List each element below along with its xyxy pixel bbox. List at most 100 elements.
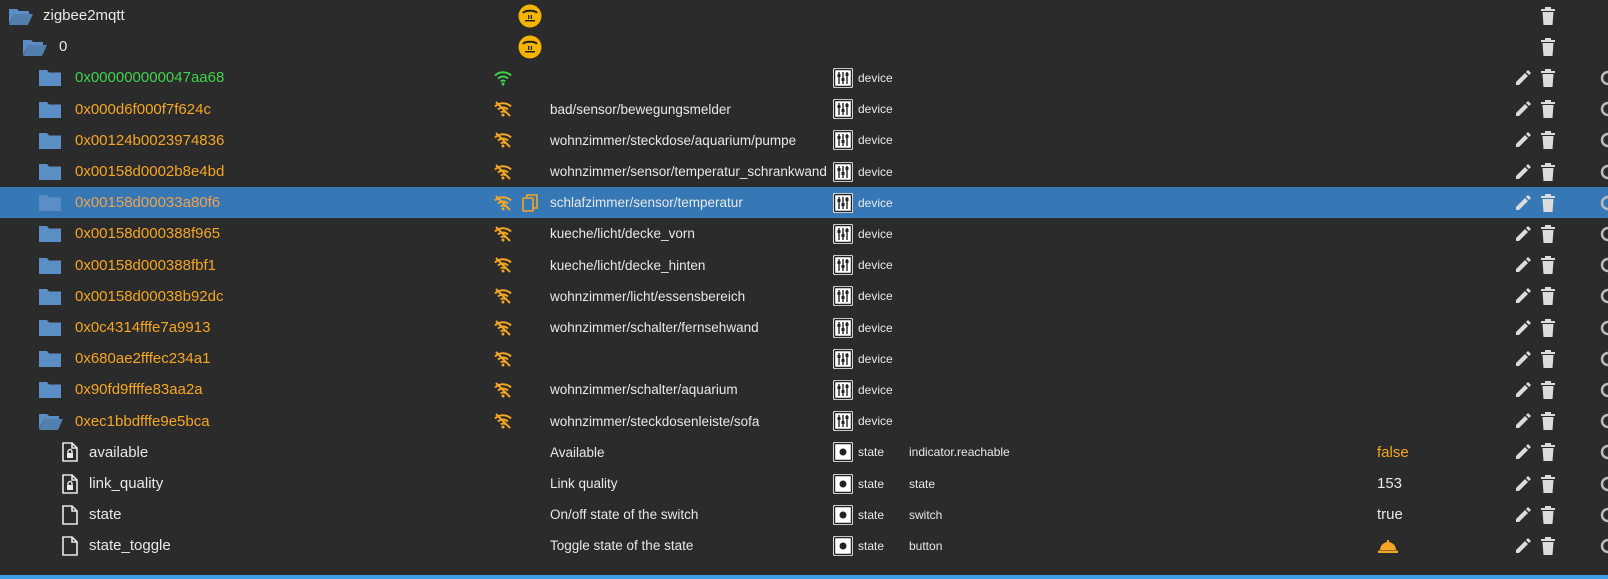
edit-icon[interactable]: [1514, 286, 1532, 306]
edit-icon[interactable]: [1514, 224, 1532, 244]
gear-cut-icon[interactable]: [1600, 162, 1608, 182]
edit-icon[interactable]: [1514, 442, 1532, 462]
object-type: device: [858, 320, 893, 335]
edit-icon[interactable]: [1514, 130, 1532, 150]
edit-icon[interactable]: [1514, 193, 1532, 213]
tree-row-device[interactable]: 0x000d6f000f7f624c bad/sensor/bewegungsme…: [0, 94, 1608, 125]
gear-cut-icon[interactable]: [1600, 68, 1608, 88]
gear-cut-icon[interactable]: [1600, 193, 1608, 213]
trash-icon[interactable]: [1540, 349, 1556, 369]
edit-icon[interactable]: [1514, 411, 1532, 431]
edit-icon[interactable]: [1514, 99, 1532, 119]
tree-row-root[interactable]: zigbee2mqtt: [0, 0, 1608, 31]
tree-row-instance[interactable]: 0: [0, 31, 1608, 62]
edit-icon[interactable]: [1514, 349, 1532, 369]
wifi-off-icon: [494, 380, 512, 400]
trash-icon[interactable]: [1540, 255, 1556, 275]
gear-cut-icon[interactable]: [1600, 505, 1608, 525]
gear-cut-icon[interactable]: [1600, 411, 1608, 431]
trash-icon[interactable]: [1540, 380, 1556, 400]
folder-icon[interactable]: [38, 318, 62, 338]
folder-open-icon[interactable]: [8, 6, 34, 26]
device-role-icon: [832, 223, 854, 244]
edit-icon[interactable]: [1514, 255, 1532, 275]
folder-icon[interactable]: [38, 99, 62, 119]
folder-open-icon[interactable]: [38, 411, 64, 431]
tree-row-device[interactable]: 0xec1bbdfffe9e5bca wohnzimmer/steckdosenl…: [0, 406, 1608, 437]
tree-row-device[interactable]: 0x90fd9ffffe83aa2a wohnzimmer/schalter/aq…: [0, 374, 1608, 405]
folder-icon[interactable]: [38, 286, 62, 306]
gear-cut-icon[interactable]: [1600, 255, 1608, 275]
edit-icon[interactable]: [1514, 162, 1532, 182]
tree-row-device[interactable]: 0x00158d00033a80f6 schlafzimmer/sensor/te…: [0, 187, 1608, 219]
tree-row-state[interactable]: link_quality Link quality state state 153: [0, 468, 1608, 499]
trash-icon[interactable]: [1540, 411, 1556, 431]
tree-row-device[interactable]: 0x00158d00038b92dc wohnzimmer/licht/essen…: [0, 281, 1608, 312]
gear-cut-icon[interactable]: [1600, 224, 1608, 244]
edit-icon[interactable]: [1514, 380, 1532, 400]
folder-open-icon[interactable]: [22, 37, 48, 57]
folder-icon[interactable]: [38, 224, 62, 244]
tree-row-device[interactable]: 0x00124b0023974836 wohnzimmer/steckdose/a…: [0, 125, 1608, 156]
edit-icon[interactable]: [1514, 505, 1532, 525]
device-description: kueche/licht/decke_hinten: [550, 257, 706, 273]
edit-icon[interactable]: [1514, 536, 1532, 556]
device-id: 0x00158d00038b92dc: [75, 287, 224, 305]
trash-icon[interactable]: [1540, 130, 1556, 150]
gear-cut-icon[interactable]: [1600, 318, 1608, 338]
trash-icon[interactable]: [1540, 6, 1556, 26]
mqtt-adapter-icon: [518, 35, 542, 59]
edit-icon[interactable]: [1514, 68, 1532, 88]
trash-icon[interactable]: [1540, 99, 1556, 119]
folder-icon[interactable]: [38, 193, 62, 213]
trash-icon[interactable]: [1540, 162, 1556, 182]
trash-icon[interactable]: [1540, 37, 1556, 57]
bell-button-icon[interactable]: [1377, 536, 1399, 556]
tree-row-device[interactable]: 0x0c4314fffe7a9913 wohnzimmer/schalter/fe…: [0, 312, 1608, 343]
device-id: 0x00158d000388fbf1: [75, 256, 216, 274]
gear-cut-icon[interactable]: [1600, 536, 1608, 556]
folder-icon[interactable]: [38, 68, 62, 88]
device-role-icon: [832, 192, 854, 213]
wifi-off-icon: [494, 255, 512, 275]
gear-cut-icon[interactable]: [1600, 442, 1608, 462]
gear-cut-icon[interactable]: [1600, 130, 1608, 150]
trash-icon[interactable]: [1540, 536, 1556, 556]
state-value[interactable]: false: [1377, 444, 1409, 461]
tree-row-state[interactable]: available Available state indicator.reachab…: [0, 437, 1608, 468]
tree-row-state[interactable]: state_toggle Toggle state of the state sta…: [0, 530, 1608, 561]
gear-cut-icon[interactable]: [1600, 286, 1608, 306]
trash-icon[interactable]: [1540, 442, 1556, 462]
object-type: device: [858, 226, 893, 241]
tree-row-device[interactable]: 0x00158d000388f965 kueche/licht/decke_vor…: [0, 218, 1608, 249]
state-description: Link quality: [550, 476, 618, 491]
copy-icon[interactable]: [522, 193, 538, 213]
trash-icon[interactable]: [1540, 474, 1556, 494]
folder-icon[interactable]: [38, 380, 62, 400]
tree-row-device[interactable]: 0x680ae2fffec234a1 device: [0, 343, 1608, 374]
trash-icon[interactable]: [1540, 68, 1556, 88]
tree-row-device[interactable]: 0x000000000047aa68 device: [0, 62, 1608, 93]
trash-icon[interactable]: [1540, 318, 1556, 338]
folder-icon[interactable]: [38, 349, 62, 369]
folder-icon[interactable]: [38, 130, 62, 150]
folder-icon[interactable]: [38, 162, 62, 182]
device-description: wohnzimmer/steckdose/aquarium/pumpe: [550, 132, 797, 148]
edit-icon[interactable]: [1514, 474, 1532, 494]
trash-icon[interactable]: [1540, 193, 1556, 213]
gear-cut-icon[interactable]: [1600, 380, 1608, 400]
folder-icon[interactable]: [38, 255, 62, 275]
trash-icon[interactable]: [1540, 286, 1556, 306]
tree-row-state[interactable]: state On/off state of the switch state swit…: [0, 499, 1608, 530]
edit-icon[interactable]: [1514, 318, 1532, 338]
tree-row-device[interactable]: 0x00158d0002b8e4bd wohnzimmer/sensor/temp…: [0, 156, 1608, 187]
gear-cut-icon[interactable]: [1600, 99, 1608, 119]
tree-row-device[interactable]: 0x00158d000388fbf1 kueche/licht/decke_hin…: [0, 250, 1608, 281]
state-value[interactable]: true: [1377, 506, 1403, 523]
trash-icon[interactable]: [1540, 224, 1556, 244]
state-value[interactable]: 153: [1377, 475, 1402, 492]
trash-icon[interactable]: [1540, 505, 1556, 525]
object-type: device: [858, 164, 893, 179]
gear-cut-icon[interactable]: [1600, 349, 1608, 369]
gear-cut-icon[interactable]: [1600, 474, 1608, 494]
